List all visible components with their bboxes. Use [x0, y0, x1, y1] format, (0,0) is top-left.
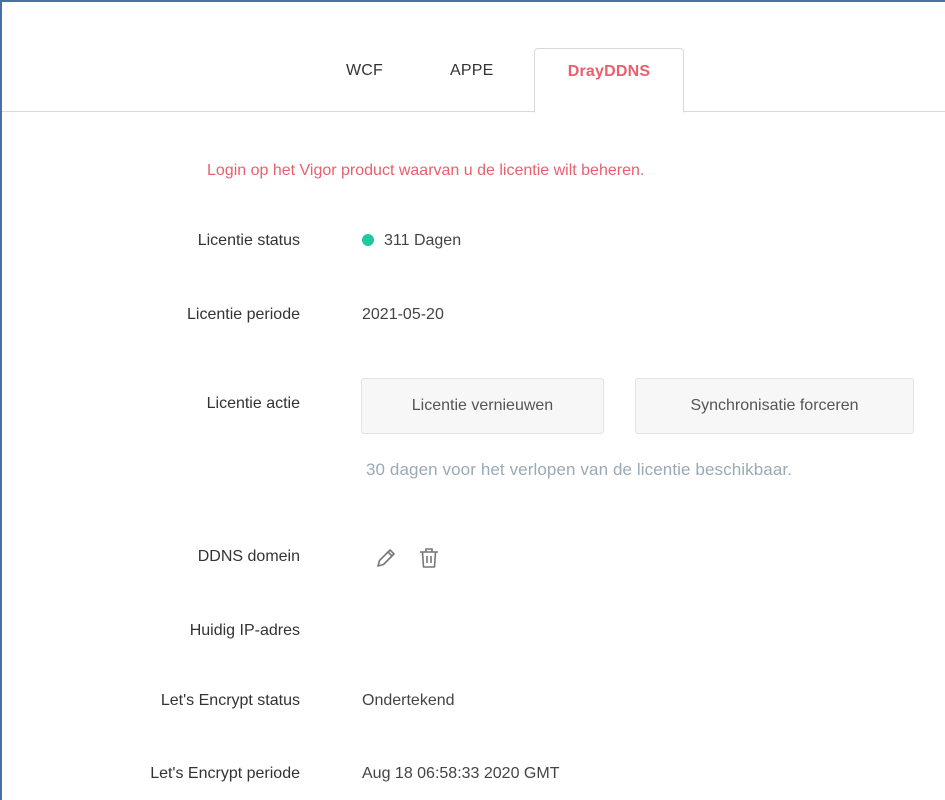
license-period-label: Licentie periode — [187, 306, 300, 323]
tab-bar: WCF APPE DrayDDNS — [2, 2, 945, 113]
letsencrypt-status-value: Ondertekend — [362, 692, 455, 709]
renew-license-button[interactable]: Licentie vernieuwen — [361, 378, 604, 434]
license-status-value: 311 Dagen — [362, 232, 461, 250]
login-notice-text: Login op het Vigor product waarvan u de … — [207, 162, 645, 179]
tab-appe[interactable]: APPE — [450, 62, 494, 80]
tab-drayddns[interactable]: DrayDDNS — [534, 48, 684, 113]
force-sync-button[interactable]: Synchronisatie forceren — [635, 378, 914, 434]
letsencrypt-status-label: Let's Encrypt status — [160, 692, 300, 709]
status-indicator-icon — [362, 233, 374, 246]
tab-wcf[interactable]: WCF — [346, 62, 383, 80]
current-ip-label: Huidig IP-adres — [189, 622, 300, 639]
license-action-label: Licentie actie — [206, 395, 300, 412]
license-panel: WCF APPE DrayDDNS Login op het Vigor pro… — [0, 0, 945, 800]
letsencrypt-period-value: Aug 18 06:58:33 2020 GMT — [362, 765, 560, 782]
trash-icon[interactable] — [416, 545, 442, 571]
renew-hint: 30 dagen voor het verlopen van de licent… — [366, 460, 793, 479]
license-status-days: 311 Dagen — [384, 232, 462, 249]
license-status-label: Licentie status — [197, 232, 300, 249]
pencil-icon[interactable] — [373, 545, 399, 571]
license-period-value: 2021-05-20 — [362, 306, 444, 323]
ddns-domain-label: DDNS domein — [197, 548, 300, 565]
letsencrypt-period-label: Let's Encrypt periode — [150, 765, 300, 782]
